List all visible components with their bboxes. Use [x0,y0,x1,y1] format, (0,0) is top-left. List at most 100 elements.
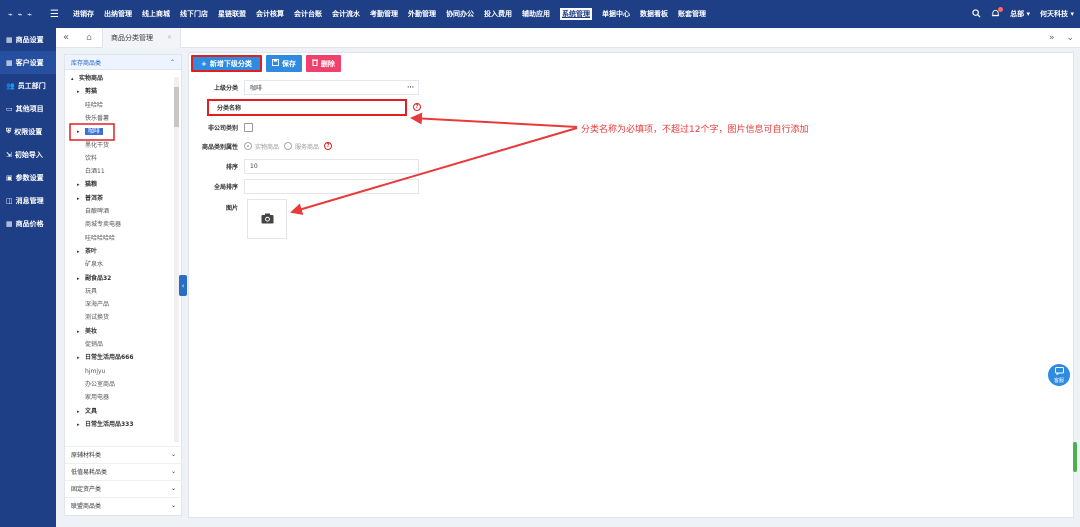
sidebar-item-8[interactable]: ▦ 商品价格 [0,212,56,235]
top-nav-item[interactable]: 单据中心 [602,9,630,19]
tree-node[interactable]: 哇哈哈 [85,99,103,112]
tree-node[interactable]: 测试换货 [85,311,109,324]
tab-category-management[interactable]: 商品分类管理 ✕ [102,27,182,48]
category-group-row[interactable]: 低值易耗品类 ⌄ [65,463,182,478]
tab-prev-icon[interactable]: « [56,32,76,43]
top-nav-item[interactable]: 协同办公 [446,9,474,19]
tree-node[interactable]: 哇哈哈哈哈 [85,232,115,245]
top-nav-item[interactable]: 系统管理 [560,8,592,20]
company-menu[interactable]: 何天科技 ▾ [1040,9,1074,19]
sidebar-item-3[interactable]: ▭ 其他项目 [0,97,56,120]
tree-node[interactable]: 家用电器 [85,391,109,404]
caret-right-icon[interactable]: ▸ [77,246,85,259]
top-nav-item[interactable]: 进销存 [73,9,94,19]
radio-service[interactable] [284,142,293,150]
tree-node[interactable]: ▸ 日常生活用品666 [77,351,134,364]
save-button[interactable]: 保存 [265,55,302,72]
sidebar-item-6[interactable]: ▣ 参数设置 [0,166,56,189]
tree-node[interactable]: 黑化干货 [85,139,109,152]
category-group-row[interactable]: 原辅材料类 ⌄ [65,446,182,461]
tree-node[interactable]: 矿泉水 [85,258,103,271]
tree-node[interactable]: ▸ 猫粮 [77,178,97,191]
chevron-down-icon[interactable]: ⌄ [171,468,176,475]
sort-input[interactable]: 10 [244,158,419,174]
menu-toggle-icon[interactable]: ☰ [50,9,64,20]
sidebar-item-4[interactable]: ⛨ 权限设置 [0,120,56,143]
parent-category-field[interactable]: 咖啡 ··· [244,79,419,95]
tree-node[interactable]: ▸ 副食品32 [77,272,111,285]
caret-right-icon[interactable]: ▸ [77,406,85,419]
category-name-field[interactable]: 分类名称 [207,98,407,116]
tab-dropdown-icon[interactable]: ⌄ [1066,33,1074,43]
home-icon[interactable]: ⌂ [76,33,102,43]
tree-node[interactable]: 自酿啤酒 [85,205,109,218]
tree-node[interactable]: ▸ 日常生活用品333 [77,418,134,431]
tree-scroll-thumb[interactable] [174,87,179,127]
collapse-panel-icon[interactable]: ‹ [179,275,187,296]
search-icon[interactable] [972,8,981,20]
tree-node[interactable]: ▸ 茶叶 [77,245,97,258]
top-nav-item[interactable]: 会计流水 [332,9,360,19]
tree-node[interactable]: 快乐番薯 [85,112,109,125]
top-nav-item[interactable]: 线下门店 [180,9,208,19]
tree-node[interactable]: 办公室商品 [85,378,115,391]
chevron-up-icon[interactable]: ⌃ [170,59,175,66]
sidebar-item-7[interactable]: ◫ 消息管理 [0,189,56,212]
radio-physical[interactable] [244,142,252,150]
caret-right-icon[interactable]: ▸ [77,419,85,432]
more-icon[interactable]: ··· [407,84,414,91]
notification-bell-icon[interactable] [991,6,1004,20]
caret-right-icon[interactable]: ▸ [77,352,85,365]
top-nav-item[interactable]: 数据看板 [640,9,668,19]
sidebar-item-2[interactable]: 👥 员工部门 [0,74,56,97]
top-nav-item[interactable]: 投入费用 [484,9,512,19]
caret-right-icon[interactable]: ▸ [77,126,85,139]
top-nav-item[interactable]: 辅助应用 [522,9,550,19]
image-upload-box[interactable] [247,199,287,239]
top-nav-item[interactable]: 星链联盟 [218,9,246,19]
tree-node[interactable]: hjmjyu [85,365,105,378]
tree-node[interactable]: ▴ 实物商品 [71,72,103,85]
tree-node[interactable]: ▸ 咖啡 [77,125,104,139]
delete-button[interactable]: 删除 [305,55,341,72]
top-nav-item[interactable]: 考勤管理 [370,9,398,19]
tree-node[interactable]: 深海产品 [85,298,109,311]
top-nav-item[interactable]: 外勤管理 [408,9,436,19]
chevron-down-icon[interactable]: ⌄ [171,485,176,492]
tree-node[interactable]: ▸ 剪猫 [77,85,97,98]
caret-down-icon[interactable]: ▴ [71,73,79,86]
sidebar-item-1[interactable]: ▦ 客户设置 [0,51,56,74]
non-company-checkbox[interactable] [244,122,253,132]
tree-node[interactable]: 玩具 [85,285,97,298]
top-nav-item[interactable]: 会计核算 [256,9,284,19]
attribute-help-icon[interactable]: ? [324,142,333,150]
caret-right-icon[interactable]: ▸ [77,326,85,339]
add-subcategory-button[interactable]: + 新增下级分类 [191,55,262,72]
tree-node[interactable]: ▸ 美妆 [77,325,97,338]
category-group-row[interactable]: 联盟商品类 ⌄ [65,497,182,512]
caret-right-icon[interactable]: ▸ [77,179,85,192]
top-nav-item[interactable]: 线上商城 [142,9,170,19]
tree-node[interactable]: 商城专卖电器 [85,218,121,231]
chevron-down-icon[interactable]: ⌄ [171,502,176,509]
caret-right-icon[interactable]: ▸ [77,273,85,286]
tree-node[interactable]: 饮料 [85,152,97,165]
tree-node[interactable]: 促销品 [85,338,103,351]
user-menu[interactable]: 总部 ▾ [1010,9,1030,19]
sidebar-item-0[interactable]: ▦ 商品设置 [0,28,56,51]
top-nav-item[interactable]: 出纳管理 [104,9,132,19]
tree-node[interactable]: 白酒11 [85,165,105,178]
tab-next-icon[interactable]: » [1049,33,1055,43]
customer-service-button[interactable]: 客服 [1048,364,1070,386]
tree-node[interactable]: ▸ 普洱茶 [77,192,103,205]
tree-header-inventory[interactable]: 库存商品类 ⌃ [65,55,181,70]
help-icon[interactable]: ? [413,103,421,111]
tree-node[interactable]: ▸ 文具 [77,405,97,418]
top-nav-item[interactable]: 会计台账 [294,9,322,19]
caret-right-icon[interactable]: ▸ [77,86,85,99]
chevron-down-icon[interactable]: ⌄ [171,451,176,458]
page-scrollbar[interactable] [1073,442,1077,472]
top-nav-item[interactable]: 账套管理 [678,9,706,19]
tab-close-icon[interactable]: ✕ [167,34,172,41]
caret-right-icon[interactable]: ▸ [77,193,85,206]
